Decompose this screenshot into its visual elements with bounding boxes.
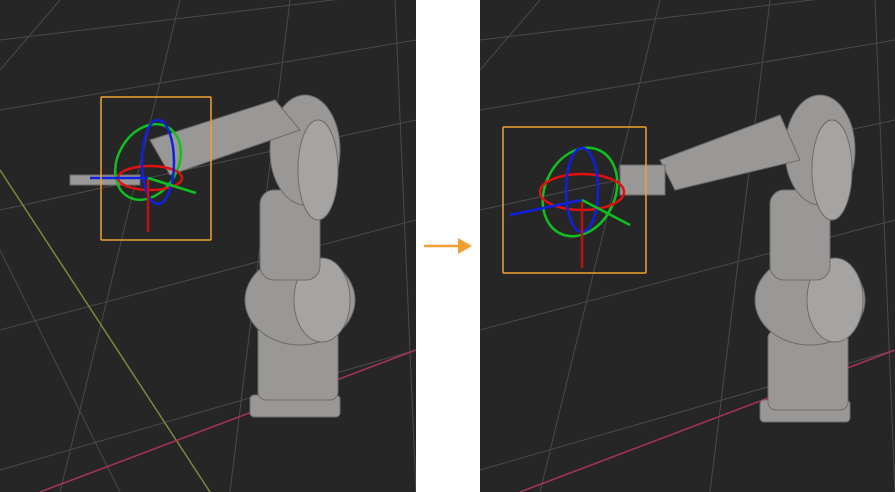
x-axis-line xyxy=(39,349,416,492)
viewport-before[interactable] xyxy=(0,0,416,492)
ground-grid xyxy=(0,0,416,492)
viewport-after[interactable] xyxy=(480,0,895,492)
robot-arm xyxy=(619,94,866,423)
arrow-right-icon xyxy=(424,238,472,254)
transform-gizmo xyxy=(509,146,631,268)
selection-box xyxy=(100,96,212,241)
robot-arm xyxy=(69,94,356,418)
scene-before xyxy=(0,0,416,492)
y-axis-line xyxy=(0,169,211,492)
scene-after xyxy=(480,0,895,492)
